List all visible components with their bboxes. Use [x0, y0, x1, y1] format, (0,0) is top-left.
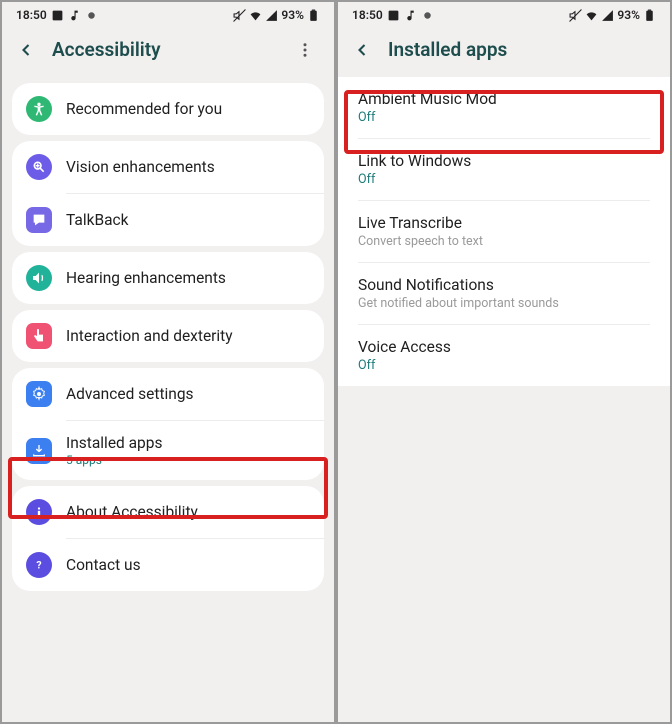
row-vision[interactable]: Vision enhancements	[12, 141, 324, 193]
sub-transcribe: Convert speech to text	[358, 234, 650, 249]
overflow-menu[interactable]	[290, 41, 320, 59]
label-transcribe: Live Transcribe	[358, 214, 650, 232]
dot-icon	[421, 9, 434, 22]
label-recommended: Recommended for you	[66, 100, 222, 118]
row-sound-notifications[interactable]: Sound Notifications Get notified about i…	[338, 263, 670, 324]
image-icon	[387, 9, 400, 22]
mute-icon	[233, 9, 246, 22]
back-button[interactable]	[16, 40, 36, 60]
card-vision-talkback: Vision enhancements TalkBack	[12, 141, 324, 246]
row-about[interactable]: About Accessibility	[12, 486, 324, 538]
status-time: 18:50	[16, 8, 47, 22]
header: Accessibility	[2, 26, 334, 77]
sub-voice: Off	[358, 358, 650, 373]
card-advanced-installed: Advanced settings Installed apps 5 apps	[12, 368, 324, 480]
status-bar: 18:50 93%	[2, 2, 334, 26]
sub-sound: Get notified about important sounds	[358, 296, 650, 311]
label-installed: Installed apps	[66, 434, 162, 452]
installed-apps-list: Ambient Music Mod Off Link to Windows Of…	[338, 77, 670, 386]
advanced-icon	[26, 381, 52, 407]
label-hearing: Hearing enhancements	[66, 269, 226, 287]
hearing-icon	[26, 265, 52, 291]
label-link: Link to Windows	[358, 152, 650, 170]
card-about-contact: About Accessibility ? Contact us	[12, 486, 324, 591]
phone-left: 18:50 93% Accessibility Recommended for …	[0, 0, 336, 724]
card-recommended: Recommended for you	[12, 83, 324, 135]
wifi-icon	[249, 9, 262, 22]
signal-icon	[265, 9, 278, 22]
label-ambient: Ambient Music Mod	[358, 90, 650, 108]
row-link-windows[interactable]: Link to Windows Off	[338, 139, 670, 200]
status-bar-r: 18:50 93%	[338, 2, 670, 26]
vision-icon	[26, 154, 52, 180]
status-battery-r: 93%	[617, 8, 640, 22]
card-interaction: Interaction and dexterity	[12, 310, 324, 362]
signal-icon	[601, 9, 614, 22]
label-vision: Vision enhancements	[66, 158, 215, 176]
dot-icon	[85, 9, 98, 22]
row-hearing[interactable]: Hearing enhancements	[12, 252, 324, 304]
mute-icon	[569, 9, 582, 22]
music-icon	[68, 9, 81, 22]
status-battery: 93%	[281, 8, 304, 22]
label-advanced: Advanced settings	[66, 385, 194, 403]
row-voice-access[interactable]: Voice Access Off	[338, 325, 670, 386]
help-icon: ?	[26, 552, 52, 578]
info-icon	[26, 499, 52, 525]
label-talkback: TalkBack	[66, 211, 129, 229]
label-interaction: Interaction and dexterity	[66, 327, 233, 345]
row-interaction[interactable]: Interaction and dexterity	[12, 310, 324, 362]
label-contact: Contact us	[66, 556, 141, 574]
back-button-r[interactable]	[352, 40, 372, 60]
page-title-r: Installed apps	[388, 38, 656, 61]
accessibility-icon	[26, 96, 52, 122]
wifi-icon	[585, 9, 598, 22]
battery-icon	[307, 9, 320, 22]
card-hearing: Hearing enhancements	[12, 252, 324, 304]
svg-text:?: ?	[36, 559, 41, 572]
label-about: About Accessibility	[66, 503, 198, 521]
label-sound: Sound Notifications	[358, 276, 650, 294]
row-talkback[interactable]: TalkBack	[12, 194, 324, 246]
label-voice: Voice Access	[358, 338, 650, 356]
interaction-icon	[26, 323, 52, 349]
sub-installed: 5 apps	[66, 453, 162, 467]
phone-right: 18:50 93% Installed apps Ambient Music M…	[336, 0, 672, 724]
image-icon	[51, 9, 64, 22]
music-icon	[404, 9, 417, 22]
row-ambient-music[interactable]: Ambient Music Mod Off	[338, 77, 670, 138]
sub-link: Off	[358, 172, 650, 187]
row-recommended[interactable]: Recommended for you	[12, 83, 324, 135]
sub-ambient: Off	[358, 110, 650, 125]
row-installed-apps[interactable]: Installed apps 5 apps	[12, 421, 324, 480]
row-advanced[interactable]: Advanced settings	[12, 368, 324, 420]
header-r: Installed apps	[338, 26, 670, 77]
talkback-icon	[26, 207, 52, 233]
battery-icon	[643, 9, 656, 22]
status-time-r: 18:50	[352, 8, 383, 22]
page-title: Accessibility	[52, 38, 274, 61]
row-live-transcribe[interactable]: Live Transcribe Convert speech to text	[338, 201, 670, 262]
installed-icon	[26, 438, 52, 464]
row-contact[interactable]: ? Contact us	[12, 539, 324, 591]
